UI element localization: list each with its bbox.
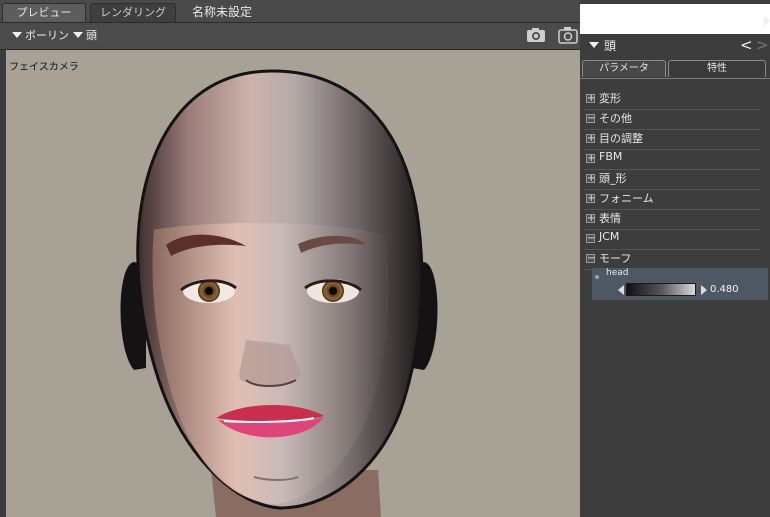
category-row[interactable]: + 頭_形 [584, 169, 760, 190]
collapse-arrow-icon[interactable] [589, 42, 599, 48]
slider-name: head [606, 268, 629, 278]
category-row[interactable]: − その他 [584, 109, 760, 130]
nav-next-icon[interactable]: > [756, 36, 769, 54]
category-row[interactable]: + 変形 [584, 89, 760, 110]
category-row[interactable]: + フォニーム [584, 189, 760, 210]
bone-dropdown-label: ボーリン [25, 29, 69, 42]
expand-toggle-icon[interactable]: − [586, 254, 595, 264]
panel-header: 頭 < > [580, 36, 770, 57]
panel-top-blank-area [580, 4, 770, 34]
category-row[interactable]: − モーフ [584, 249, 760, 270]
tab-preview[interactable]: プレビュー [2, 3, 86, 22]
expand-toggle-icon[interactable]: + [586, 174, 595, 184]
parameters-panel: 頭 < > パラメータ 特性 + 変形 − その他 + 目の調整 + FBM +… [580, 0, 770, 517]
tab-parameters[interactable]: パラメータ [582, 60, 666, 77]
slider-indicator-icon [595, 275, 599, 279]
tab-render[interactable]: レンダリング [90, 3, 176, 22]
nav-prev-icon[interactable]: < [740, 36, 753, 54]
slider-decrease-icon[interactable] [618, 285, 624, 295]
part-dropdown-label: 頭 [86, 29, 97, 42]
morph-slider: head 0.480 [592, 268, 768, 300]
category-label: 変形 [599, 92, 621, 105]
expand-toggle-icon[interactable]: + [586, 194, 595, 204]
category-label: FBM [599, 150, 623, 163]
part-dropdown[interactable]: 頭 [73, 27, 97, 43]
panel-tabs: パラメータ 特性 [580, 59, 770, 79]
slider-increase-icon[interactable] [701, 285, 707, 295]
category-label: モーフ [599, 252, 632, 265]
category-label: フォニーム [599, 192, 654, 205]
slider-dial[interactable] [626, 283, 696, 296]
slider-expand-icon[interactable] [764, 15, 770, 27]
toolbar: ボーリン 頭 [0, 23, 580, 50]
expand-toggle-icon[interactable]: − [586, 234, 595, 244]
dropdown-arrow-icon [12, 32, 22, 38]
category-label: 目の調整 [599, 132, 643, 145]
panel-title: 頭 [604, 39, 617, 53]
bone-dropdown[interactable]: ボーリン [12, 27, 69, 43]
expand-toggle-icon[interactable]: + [586, 134, 595, 144]
category-row[interactable]: + FBM [584, 149, 760, 170]
tab-bar: プレビュー レンダリング 名称未設定 [0, 0, 580, 23]
expand-toggle-icon[interactable]: − [586, 114, 595, 124]
dropdown-arrow-icon [73, 32, 83, 38]
head-model-render [120, 69, 438, 517]
category-label: 頭_形 [599, 172, 627, 185]
expand-toggle-icon[interactable]: + [586, 214, 595, 224]
category-label: JCM [599, 230, 620, 243]
expand-toggle-icon[interactable]: + [586, 94, 595, 104]
document-title: 名称未設定 [192, 5, 253, 19]
category-row[interactable]: − JCM [584, 229, 760, 250]
camera-icon[interactable] [526, 27, 546, 43]
slider-value[interactable]: 0.480 [710, 284, 739, 295]
category-row[interactable]: + 目の調整 [584, 129, 760, 150]
tab-properties[interactable]: 特性 [668, 60, 766, 77]
camera-settings-icon[interactable] [557, 25, 580, 45]
expand-toggle-icon[interactable]: + [586, 154, 595, 164]
category-label: その他 [599, 112, 632, 125]
viewport-3d[interactable]: フェイスカメラ [6, 50, 580, 517]
category-row[interactable]: + 表情 [584, 209, 760, 230]
category-label: 表情 [599, 212, 621, 225]
